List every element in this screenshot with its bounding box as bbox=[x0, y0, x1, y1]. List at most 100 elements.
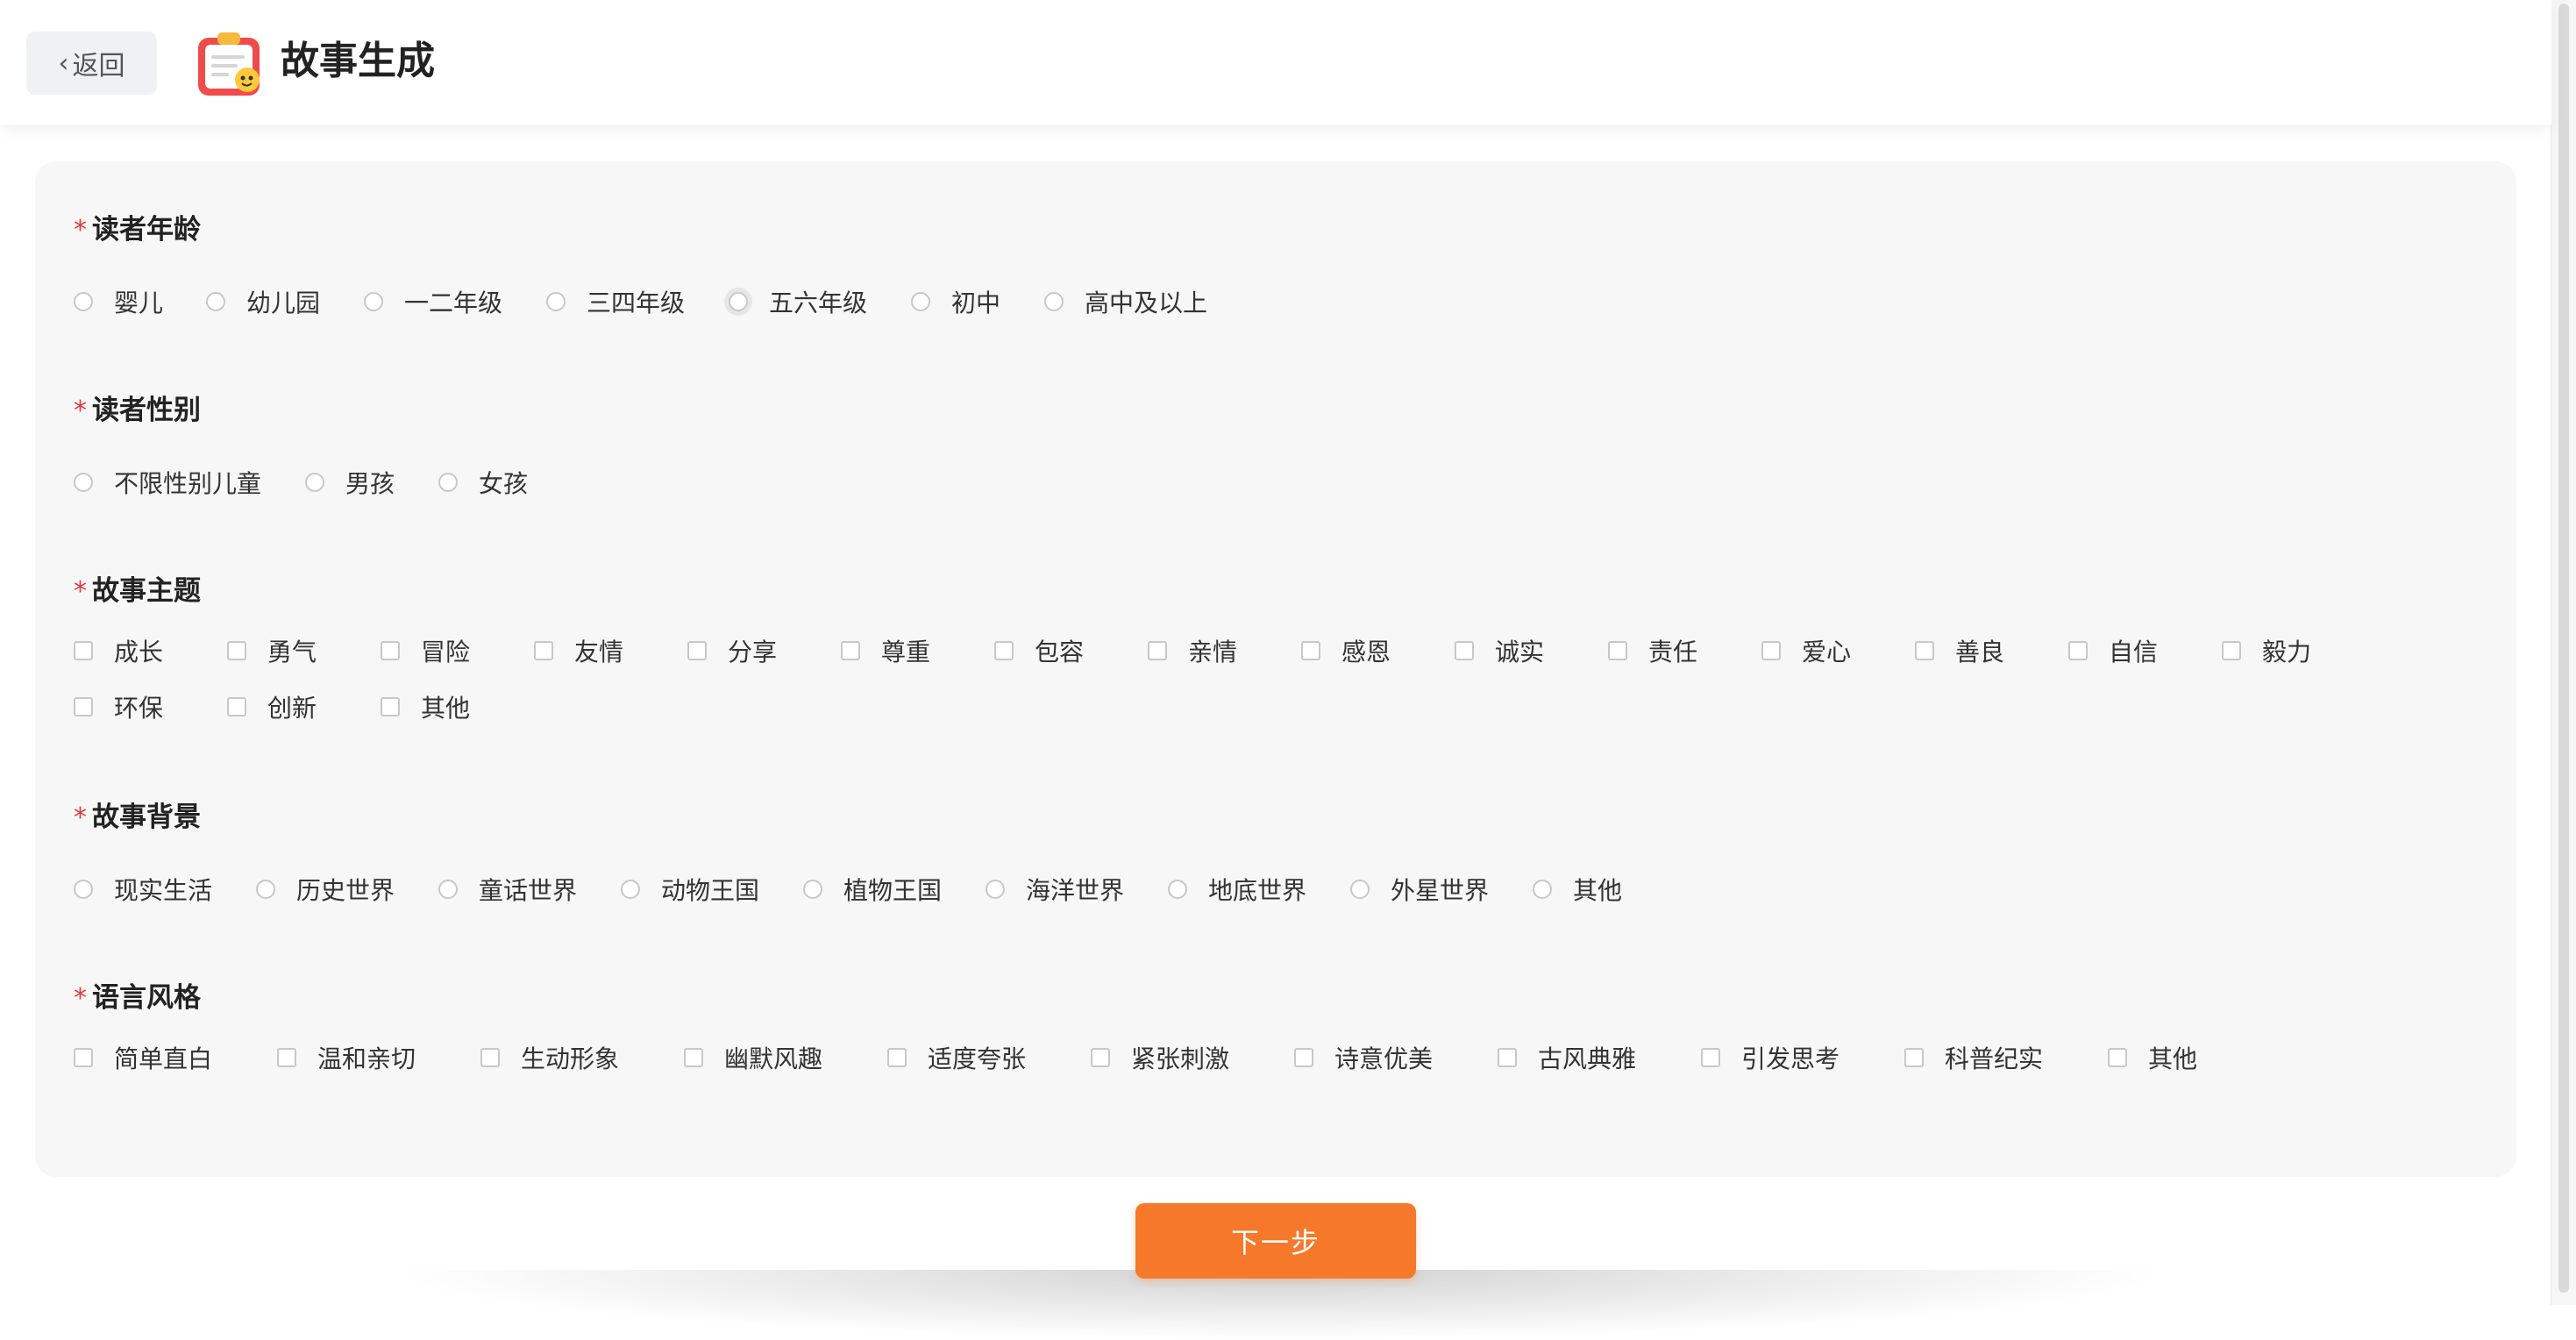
checkbox-box bbox=[2068, 641, 2088, 660]
checkbox-option[interactable]: 诗意优美 bbox=[1294, 1040, 1433, 1075]
radio-option[interactable]: 幼儿园 bbox=[206, 284, 320, 319]
checkbox-option[interactable]: 感恩 bbox=[1301, 633, 1391, 668]
checkbox-option[interactable]: 包容 bbox=[994, 633, 1084, 668]
checkbox-option[interactable]: 古风典雅 bbox=[1498, 1040, 1636, 1075]
checkbox-box bbox=[1294, 1048, 1313, 1067]
checkbox-option[interactable]: 友情 bbox=[534, 633, 623, 668]
section-reader-gender: * 读者性别 不限性别儿童 男孩 女孩 bbox=[74, 389, 2494, 521]
radio-circle bbox=[1044, 292, 1064, 311]
checkbox-box bbox=[381, 641, 400, 660]
checkbox-option[interactable]: 温和亲切 bbox=[277, 1040, 416, 1075]
checkbox-box bbox=[74, 641, 93, 660]
bottom-shadow bbox=[386, 1270, 2174, 1340]
checkbox-box bbox=[1761, 641, 1781, 660]
checkbox-box bbox=[1301, 641, 1320, 660]
checkbox-option[interactable]: 科普纪实 bbox=[1904, 1040, 2043, 1075]
radio-option[interactable]: 其他 bbox=[1533, 872, 1622, 907]
radio-option[interactable]: 一二年级 bbox=[364, 284, 502, 319]
checkbox-box bbox=[1148, 641, 1167, 660]
checkbox-option[interactable]: 创新 bbox=[227, 689, 317, 724]
checkbox-option[interactable]: 尊重 bbox=[841, 633, 930, 668]
radio-option[interactable]: 三四年级 bbox=[546, 284, 685, 319]
checkbox-box bbox=[887, 1048, 907, 1067]
checkbox-option[interactable]: 冒险 bbox=[381, 633, 470, 668]
form-panel: * 读者年龄 婴儿 幼儿园 一二年级 三四年级 五六年级 初中 高中及以上 * 读者… bbox=[35, 161, 2516, 1177]
radio-option[interactable]: 女孩 bbox=[438, 465, 528, 500]
radio-option[interactable]: 地底世界 bbox=[1168, 872, 1306, 907]
radio-circle bbox=[74, 292, 93, 311]
checkbox-option[interactable]: 责任 bbox=[1608, 633, 1697, 668]
radio-circle bbox=[986, 880, 1005, 899]
checkbox-option[interactable]: 善良 bbox=[1915, 633, 2004, 668]
checkbox-box bbox=[684, 1048, 703, 1067]
label-story-setting: * 故事背景 bbox=[74, 802, 201, 833]
checkbox-box bbox=[74, 1048, 93, 1067]
checkbox-option[interactable]: 其他 bbox=[381, 689, 470, 724]
radio-option[interactable]: 男孩 bbox=[305, 465, 395, 500]
back-button-label: 返回 bbox=[72, 51, 125, 82]
checkbox-option[interactable]: 毅力 bbox=[2222, 633, 2311, 668]
radio-option[interactable]: 历史世界 bbox=[256, 872, 395, 907]
radio-circle bbox=[546, 292, 566, 311]
radio-option[interactable]: 五六年级 bbox=[729, 284, 867, 319]
checkbox-option[interactable]: 紧张刺激 bbox=[1091, 1040, 1229, 1075]
checkbox-option[interactable]: 引发思考 bbox=[1701, 1040, 1839, 1075]
radio-option[interactable]: 现实生活 bbox=[74, 872, 212, 907]
section-story-setting: * 故事背景 现实生活 历史世界 童话世界 动物王国 植物王国 海洋世界 地底世界… bbox=[74, 796, 2494, 928]
checkbox-option[interactable]: 自信 bbox=[2068, 633, 2158, 668]
radio-circle bbox=[1533, 880, 1552, 899]
vertical-scrollbar[interactable] bbox=[2551, 0, 2576, 1305]
radio-option[interactable]: 外星世界 bbox=[1350, 872, 1489, 907]
checkbox-box bbox=[994, 641, 1014, 660]
checkbox-box bbox=[1915, 641, 1934, 660]
radio-circle bbox=[803, 880, 822, 899]
checkbox-box bbox=[1608, 641, 1627, 660]
checkbox-box bbox=[1498, 1048, 1517, 1067]
radio-option[interactable]: 高中及以上 bbox=[1044, 284, 1207, 319]
radio-option[interactable]: 婴儿 bbox=[74, 284, 163, 319]
checkbox-box bbox=[687, 641, 707, 660]
checkbox-option[interactable]: 其他 bbox=[2108, 1040, 2197, 1075]
checkbox-option[interactable]: 适度夸张 bbox=[887, 1040, 1026, 1075]
top-bar: ‹ 返回 故事生成 bbox=[0, 0, 2551, 125]
checkbox-option[interactable]: 生动形象 bbox=[480, 1040, 619, 1075]
checkbox-option[interactable]: 勇气 bbox=[227, 633, 317, 668]
checkbox-box bbox=[1455, 641, 1474, 660]
radio-option[interactable]: 不限性别儿童 bbox=[74, 465, 261, 500]
radio-option[interactable]: 海洋世界 bbox=[986, 872, 1124, 907]
label-reader-gender: * 读者性别 bbox=[74, 395, 201, 426]
radio-option[interactable]: 植物王国 bbox=[803, 872, 942, 907]
checkbox-option[interactable]: 分享 bbox=[687, 633, 777, 668]
radio-option[interactable]: 动物王国 bbox=[621, 872, 759, 907]
radio-circle bbox=[74, 473, 93, 492]
radio-circle bbox=[1350, 880, 1370, 899]
radio-circle bbox=[438, 880, 458, 899]
checkbox-option[interactable]: 诚实 bbox=[1455, 633, 1544, 668]
checkbox-box bbox=[841, 641, 860, 660]
section-language-style: * 语言风格 简单直白 温和亲切 生动形象 幽默风趣 适度夸张 紧张刺激 诗意优美… bbox=[74, 977, 2494, 1108]
checkbox-box bbox=[2222, 641, 2241, 660]
radio-circle bbox=[364, 292, 383, 311]
checkbox-option[interactable]: 亲情 bbox=[1148, 633, 1237, 668]
checkbox-box bbox=[1701, 1048, 1720, 1067]
checkbox-box bbox=[1091, 1048, 1110, 1067]
radio-option[interactable]: 初中 bbox=[911, 284, 1000, 319]
chevron-left-icon: ‹ bbox=[58, 47, 69, 79]
radio-circle bbox=[256, 880, 275, 899]
checkbox-box bbox=[534, 641, 553, 660]
radio-option[interactable]: 童话世界 bbox=[438, 872, 577, 907]
radio-circle bbox=[438, 473, 458, 492]
radio-circle bbox=[305, 473, 324, 492]
clipboard-story-icon bbox=[198, 32, 260, 96]
checkbox-option[interactable]: 爱心 bbox=[1761, 633, 1851, 668]
checkbox-box bbox=[277, 1048, 296, 1067]
checkbox-option[interactable]: 环保 bbox=[74, 689, 163, 724]
next-step-button[interactable]: 下一步 bbox=[1135, 1203, 1416, 1279]
scrollbar-thumb[interactable] bbox=[2558, 4, 2569, 1293]
checkbox-option[interactable]: 幽默风趣 bbox=[684, 1040, 822, 1075]
back-button[interactable]: ‹ 返回 bbox=[26, 32, 157, 95]
checkbox-option[interactable]: 成长 bbox=[74, 633, 163, 668]
checkbox-box bbox=[227, 697, 246, 716]
checkbox-box bbox=[74, 697, 93, 716]
checkbox-option[interactable]: 简单直白 bbox=[74, 1040, 212, 1075]
